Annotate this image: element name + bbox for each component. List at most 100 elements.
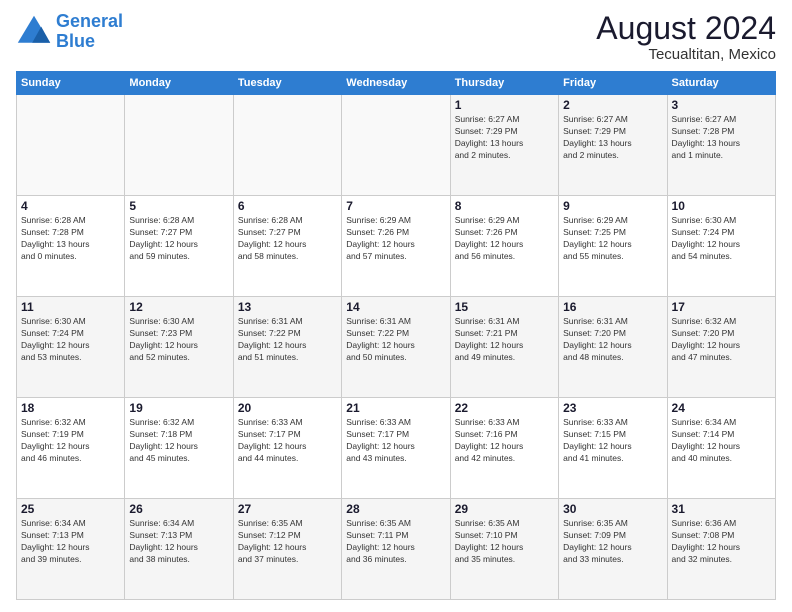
- calendar-cell: 28 Sunrise: 6:35 AMSunset: 7:11 PMDayligh…: [342, 499, 450, 600]
- day-number: 17: [672, 300, 771, 314]
- day-number: 26: [129, 502, 228, 516]
- calendar-cell: 20 Sunrise: 6:33 AMSunset: 7:17 PMDayligh…: [233, 398, 341, 499]
- day-header-monday: Monday: [125, 72, 233, 95]
- week-row-3: 11 Sunrise: 6:30 AMSunset: 7:24 PMDayligh…: [17, 297, 776, 398]
- day-number: 3: [672, 98, 771, 112]
- week-row-1: 1Sunrise: 6:27 AMSunset: 7:29 PMDaylight…: [17, 95, 776, 196]
- calendar-cell: 22Sunrise: 6:33 AMSunset: 7:16 PMDayligh…: [450, 398, 558, 499]
- calendar-cell: 4Sunrise: 6:28 AMSunset: 7:28 PMDaylight…: [17, 196, 125, 297]
- calendar-cell: 19Sunrise: 6:32 AMSunset: 7:18 PMDayligh…: [125, 398, 233, 499]
- day-info: Sunrise: 6:34 AMSunset: 7:14 PMDaylight:…: [672, 417, 771, 465]
- header: General Blue August 2024 Tecualtitan, Me…: [16, 12, 776, 63]
- day-info: Sunrise: 6:33 AMSunset: 7:16 PMDaylight:…: [455, 417, 554, 465]
- logo: General Blue: [16, 12, 123, 52]
- day-number: 28: [346, 502, 445, 516]
- day-number: 8: [455, 199, 554, 213]
- day-number: 4: [21, 199, 120, 213]
- day-number: 23: [563, 401, 662, 415]
- calendar-cell: 31 Sunrise: 6:36 AMSunset: 7:08 PMDayligh…: [667, 499, 775, 600]
- calendar-cell: 9Sunrise: 6:29 AMSunset: 7:25 PMDaylight…: [559, 196, 667, 297]
- calendar-cell: 6Sunrise: 6:28 AMSunset: 7:27 PMDaylight…: [233, 196, 341, 297]
- day-number: 16: [563, 300, 662, 314]
- calendar-cell: 5Sunrise: 6:28 AMSunset: 7:27 PMDaylight…: [125, 196, 233, 297]
- calendar-cell: [125, 95, 233, 196]
- week-row-4: 18 Sunrise: 6:32 AMSunset: 7:19 PMDayligh…: [17, 398, 776, 499]
- location-title: Tecualtitan, Mexico: [596, 46, 776, 63]
- calendar-cell: 29 Sunrise: 6:35 AMSunset: 7:10 PMDayligh…: [450, 499, 558, 600]
- day-number: 11: [21, 300, 120, 314]
- day-number: 21: [346, 401, 445, 415]
- day-header-thursday: Thursday: [450, 72, 558, 95]
- calendar-cell: 21 Sunrise: 6:33 AMSunset: 7:17 PMDayligh…: [342, 398, 450, 499]
- calendar-cell: 10 Sunrise: 6:30 AMSunset: 7:24 PMDayligh…: [667, 196, 775, 297]
- calendar-cell: 13Sunrise: 6:31 AMSunset: 7:22 PMDayligh…: [233, 297, 341, 398]
- day-info: Sunrise: 6:32 AMSunset: 7:19 PMDaylight:…: [21, 417, 120, 465]
- day-number: 20: [238, 401, 337, 415]
- logo-icon: [16, 14, 52, 50]
- month-title: August 2024: [596, 12, 776, 44]
- day-header-tuesday: Tuesday: [233, 72, 341, 95]
- calendar-cell: 14Sunrise: 6:31 AMSunset: 7:22 PMDayligh…: [342, 297, 450, 398]
- calendar-cell: 30 Sunrise: 6:35 AMSunset: 7:09 PMDayligh…: [559, 499, 667, 600]
- day-info: Sunrise: 6:36 AMSunset: 7:08 PMDaylight:…: [672, 518, 771, 566]
- day-info: Sunrise: 6:35 AMSunset: 7:12 PMDaylight:…: [238, 518, 337, 566]
- calendar-cell: 26 Sunrise: 6:34 AMSunset: 7:13 PMDayligh…: [125, 499, 233, 600]
- calendar-cell: [342, 95, 450, 196]
- day-info: Sunrise: 6:30 AMSunset: 7:23 PMDaylight:…: [129, 316, 228, 364]
- logo-line1: General: [56, 11, 123, 31]
- day-header-sunday: Sunday: [17, 72, 125, 95]
- day-number: 29: [455, 502, 554, 516]
- calendar-cell: 15 Sunrise: 6:31 AMSunset: 7:21 PMDayligh…: [450, 297, 558, 398]
- day-info: Sunrise: 6:30 AMSunset: 7:24 PMDaylight:…: [21, 316, 120, 364]
- calendar-cell: 12 Sunrise: 6:30 AMSunset: 7:23 PMDayligh…: [125, 297, 233, 398]
- calendar-cell: 2 Sunrise: 6:27 AMSunset: 7:29 PMDaylight…: [559, 95, 667, 196]
- day-info: Sunrise: 6:27 AMSunset: 7:29 PMDaylight:…: [455, 114, 554, 162]
- day-info: Sunrise: 6:32 AMSunset: 7:18 PMDaylight:…: [129, 417, 228, 465]
- calendar-cell: 24 Sunrise: 6:34 AMSunset: 7:14 PMDayligh…: [667, 398, 775, 499]
- calendar-cell: 27 Sunrise: 6:35 AMSunset: 7:12 PMDayligh…: [233, 499, 341, 600]
- page: General Blue August 2024 Tecualtitan, Me…: [0, 0, 792, 612]
- calendar-cell: 23 Sunrise: 6:33 AMSunset: 7:15 PMDayligh…: [559, 398, 667, 499]
- day-info: Sunrise: 6:29 AMSunset: 7:26 PMDaylight:…: [346, 215, 445, 263]
- day-info: Sunrise: 6:33 AMSunset: 7:17 PMDaylight:…: [238, 417, 337, 465]
- day-info: Sunrise: 6:28 AMSunset: 7:27 PMDaylight:…: [129, 215, 228, 263]
- day-info: Sunrise: 6:27 AMSunset: 7:28 PMDaylight:…: [672, 114, 771, 162]
- day-info: Sunrise: 6:33 AMSunset: 7:15 PMDaylight:…: [563, 417, 662, 465]
- day-info: Sunrise: 6:34 AMSunset: 7:13 PMDaylight:…: [129, 518, 228, 566]
- day-number: 14: [346, 300, 445, 314]
- day-number: 15: [455, 300, 554, 314]
- day-info: Sunrise: 6:33 AMSunset: 7:17 PMDaylight:…: [346, 417, 445, 465]
- day-number: 24: [672, 401, 771, 415]
- day-number: 31: [672, 502, 771, 516]
- calendar-cell: 7 Sunrise: 6:29 AMSunset: 7:26 PMDaylight…: [342, 196, 450, 297]
- calendar-header-row: SundayMondayTuesdayWednesdayThursdayFrid…: [17, 72, 776, 95]
- calendar-cell: 1Sunrise: 6:27 AMSunset: 7:29 PMDaylight…: [450, 95, 558, 196]
- logo-text: General Blue: [56, 12, 123, 52]
- day-number: 30: [563, 502, 662, 516]
- day-header-saturday: Saturday: [667, 72, 775, 95]
- day-number: 2: [563, 98, 662, 112]
- day-info: Sunrise: 6:29 AMSunset: 7:25 PMDaylight:…: [563, 215, 662, 263]
- calendar-cell: [17, 95, 125, 196]
- calendar-cell: 8Sunrise: 6:29 AMSunset: 7:26 PMDaylight…: [450, 196, 558, 297]
- day-info: Sunrise: 6:35 AMSunset: 7:11 PMDaylight:…: [346, 518, 445, 566]
- calendar: SundayMondayTuesdayWednesdayThursdayFrid…: [16, 71, 776, 600]
- day-info: Sunrise: 6:28 AMSunset: 7:27 PMDaylight:…: [238, 215, 337, 263]
- day-info: Sunrise: 6:35 AMSunset: 7:10 PMDaylight:…: [455, 518, 554, 566]
- day-number: 27: [238, 502, 337, 516]
- calendar-cell: 18 Sunrise: 6:32 AMSunset: 7:19 PMDayligh…: [17, 398, 125, 499]
- day-number: 12: [129, 300, 228, 314]
- day-info: Sunrise: 6:34 AMSunset: 7:13 PMDaylight:…: [21, 518, 120, 566]
- day-number: 10: [672, 199, 771, 213]
- calendar-cell: 11 Sunrise: 6:30 AMSunset: 7:24 PMDayligh…: [17, 297, 125, 398]
- day-header-friday: Friday: [559, 72, 667, 95]
- day-info: Sunrise: 6:27 AMSunset: 7:29 PMDaylight:…: [563, 114, 662, 162]
- day-info: Sunrise: 6:32 AMSunset: 7:20 PMDaylight:…: [672, 316, 771, 364]
- day-info: Sunrise: 6:31 AMSunset: 7:21 PMDaylight:…: [455, 316, 554, 364]
- day-info: Sunrise: 6:35 AMSunset: 7:09 PMDaylight:…: [563, 518, 662, 566]
- calendar-cell: 17 Sunrise: 6:32 AMSunset: 7:20 PMDayligh…: [667, 297, 775, 398]
- day-number: 18: [21, 401, 120, 415]
- day-number: 7: [346, 199, 445, 213]
- day-info: Sunrise: 6:30 AMSunset: 7:24 PMDaylight:…: [672, 215, 771, 263]
- day-number: 13: [238, 300, 337, 314]
